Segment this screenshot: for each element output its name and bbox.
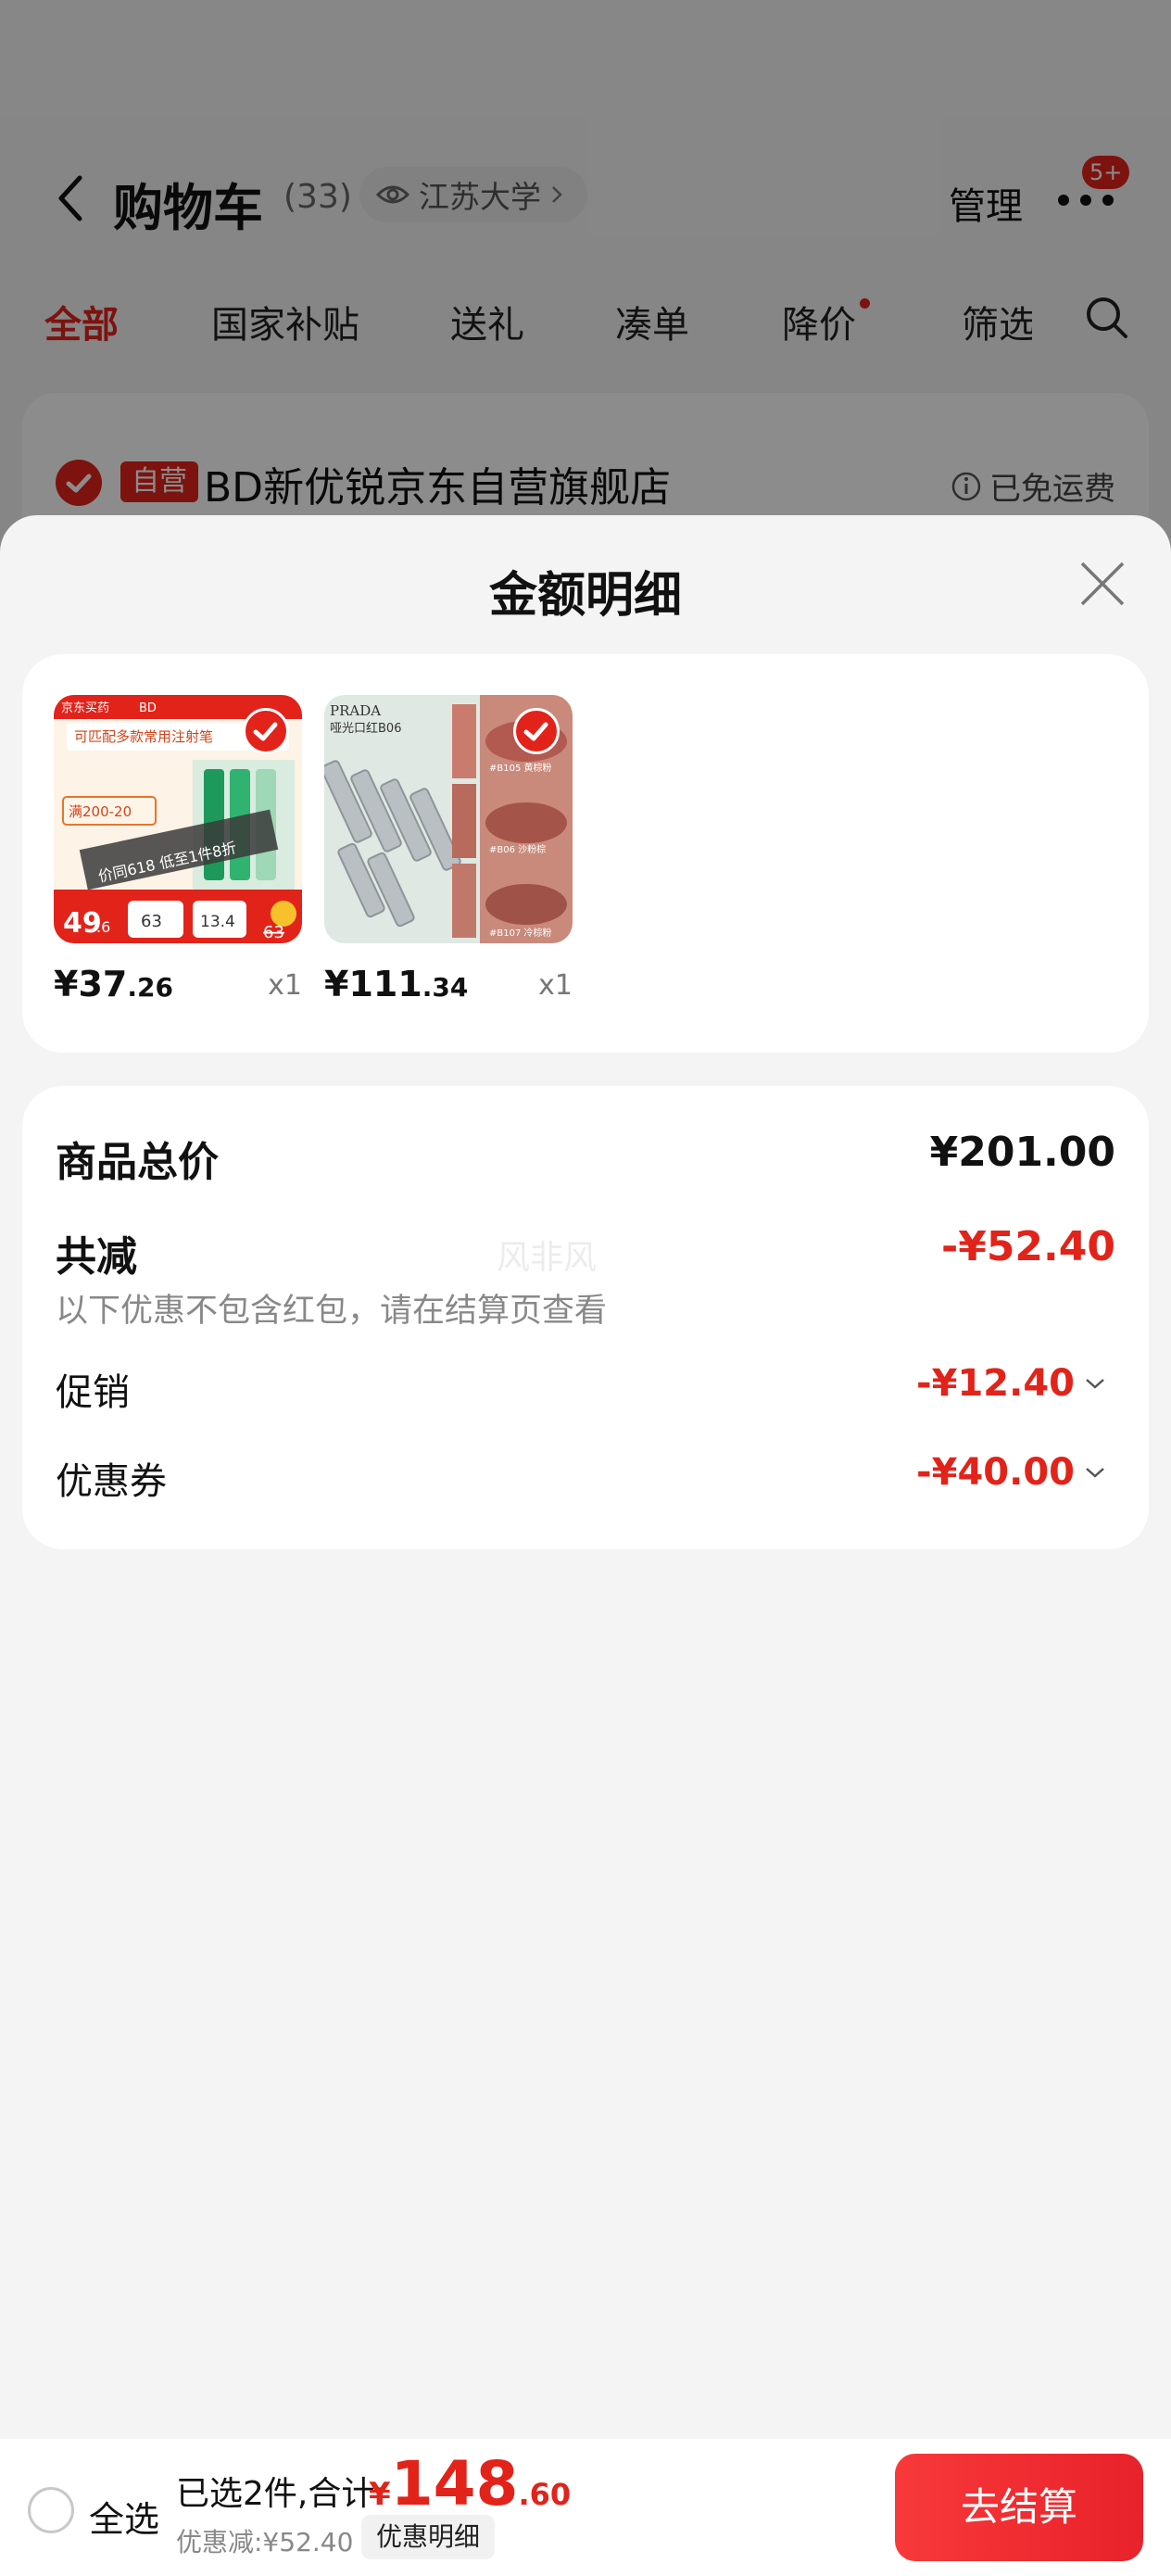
image-brand-text: PRADA [330, 702, 381, 719]
image-price-1-text: 63 [141, 912, 162, 931]
promotion-label: 促销 [56, 1371, 130, 1414]
chevron-down-icon [1086, 1468, 1104, 1478]
price-summary-card: 商品总价 ¥201.00 共减 风非风 -¥52.40 以下优惠不包含红包，请在… [22, 1086, 1149, 1549]
chevron-down-icon [1086, 1379, 1104, 1389]
product-item[interactable]: 京东买药 BD 可匹配多款常用注射笔 满200-20 价同618 低至1件8折 … [54, 695, 302, 1004]
total-price-value: ¥201.00 [929, 1129, 1115, 1176]
amount-detail-sheet: 金额明细 京东买药 BD 可匹配多款常用注射笔 满200-20 价同618 低至… [0, 515, 1171, 2576]
product-price: ¥37.26 [54, 964, 173, 1004]
product-qty: x1 [538, 969, 573, 1002]
product-item[interactable]: PRADA 哑光口红B06 #B105 黄棕粉 #B06 沙粉棕 #B107 冷… [324, 695, 573, 1004]
promotion-value[interactable]: -¥12.40 [916, 1362, 1106, 1405]
discount-detail-button[interactable]: 优惠明细 [361, 2515, 496, 2559]
selected-items-card: 京东买药 BD 可匹配多款常用注射笔 满200-20 价同618 低至1件8折 … [22, 654, 1149, 1053]
image-brand-text: 京东买药 [61, 701, 109, 715]
reduction-note: 以下优惠不包含红包，请在结算页查看 [56, 1293, 608, 1330]
total-dec: .60 [518, 2477, 572, 2512]
image-shade-3-text: #B107 冷棕粉 [489, 927, 552, 939]
watermark: 风非风 [497, 1239, 598, 1277]
image-price-2-text: 13.4 [200, 913, 235, 931]
promotion-amount: -¥12.40 [916, 1362, 1075, 1405]
item-check[interactable] [513, 708, 560, 754]
lipstick-product-image: PRADA 哑光口红B06 #B105 黄棕粉 #B06 沙粉棕 #B107 冷… [324, 695, 573, 943]
image-shade-2-text: #B06 沙粉棕 [489, 843, 546, 855]
saved-amount: 优惠减:¥52.40 [176, 2527, 354, 2557]
check-icon [523, 722, 548, 741]
coupon-amount: -¥40.00 [916, 1451, 1075, 1494]
item-check[interactable] [243, 708, 289, 754]
checkout-bar: 全选 已选2件,合计: ¥148.60 优惠减:¥52.40 优惠明细 去结算 [0, 2439, 1171, 2576]
image-price-dec-text: .6 [96, 918, 110, 936]
image-headline-text: 可匹配多款常用注射笔 [74, 728, 213, 745]
select-all-radio[interactable] [28, 2487, 74, 2533]
total-price-label: 商品总价 [56, 1139, 219, 1186]
total-int: 148 [390, 2448, 519, 2519]
product-qty: x1 [268, 969, 302, 1002]
total-amount: ¥148.60 [369, 2448, 571, 2519]
image-strike-price-text: 63 [263, 923, 284, 942]
image-shade-1-text: #B105 黄棕粉 [489, 762, 552, 774]
selected-summary: 已选2件,合计: [176, 2475, 386, 2513]
coupon-value[interactable]: -¥40.00 [916, 1451, 1106, 1494]
sheet-title: 金额明细 [488, 568, 682, 624]
coupon-label: 优惠券 [56, 1460, 167, 1503]
total-reduction-value: -¥52.40 [940, 1223, 1115, 1270]
currency-symbol: ¥ [369, 2476, 391, 2513]
select-all-label[interactable]: 全选 [89, 2491, 159, 2542]
total-reduction-label: 共减 [56, 1233, 137, 1281]
check-icon [253, 722, 278, 741]
syringe-product-image: 京东买药 BD 可匹配多款常用注射笔 满200-20 价同618 低至1件8折 … [54, 695, 302, 943]
checkout-button[interactable]: 去结算 [895, 2454, 1143, 2561]
close-icon[interactable] [1078, 560, 1127, 608]
product-price: ¥111.34 [324, 964, 469, 1004]
image-coupon-text: 满200-20 [69, 803, 132, 820]
image-subtitle-text: 哑光口红B06 [330, 721, 401, 736]
image-brand-text-2: BD [139, 701, 157, 715]
